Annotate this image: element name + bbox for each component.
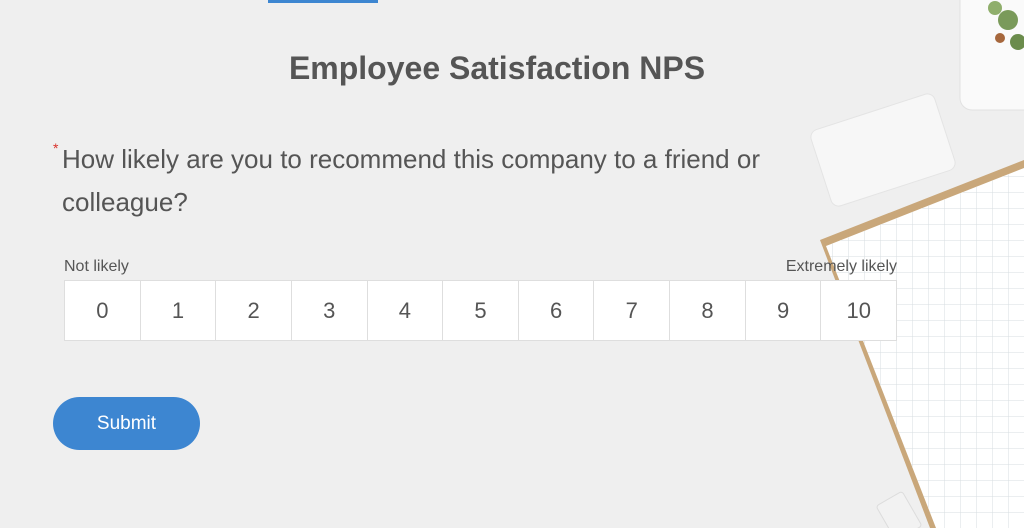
pencil-decoration bbox=[876, 491, 922, 528]
required-asterisk: * bbox=[53, 140, 59, 156]
rating-option-0[interactable]: 0 bbox=[65, 281, 141, 340]
rating-option-6[interactable]: 6 bbox=[519, 281, 595, 340]
rating-option-7[interactable]: 7 bbox=[594, 281, 671, 340]
rating-option-1[interactable]: 1 bbox=[141, 281, 217, 340]
rating-option-9[interactable]: 9 bbox=[746, 281, 822, 340]
rating-option-2[interactable]: 2 bbox=[216, 281, 292, 340]
form-title: Employee Satisfaction NPS bbox=[288, 50, 706, 86]
rating-option-5[interactable]: 5 bbox=[443, 281, 519, 340]
nps-rating-scale: 0 1 2 3 4 5 6 7 8 9 10 bbox=[64, 280, 897, 341]
rating-option-8[interactable]: 8 bbox=[670, 281, 746, 340]
scale-high-label: Extremely likely bbox=[785, 258, 897, 275]
submit-button[interactable]: Submit bbox=[53, 397, 200, 450]
top-accent-bar bbox=[268, 0, 378, 3]
rating-option-4[interactable]: 4 bbox=[368, 281, 444, 340]
question-text: How likely are you to recommend this com… bbox=[62, 144, 760, 217]
scale-low-label: Not likely bbox=[64, 258, 129, 275]
rating-option-10[interactable]: 10 bbox=[821, 281, 896, 340]
rating-option-3[interactable]: 3 bbox=[292, 281, 368, 340]
